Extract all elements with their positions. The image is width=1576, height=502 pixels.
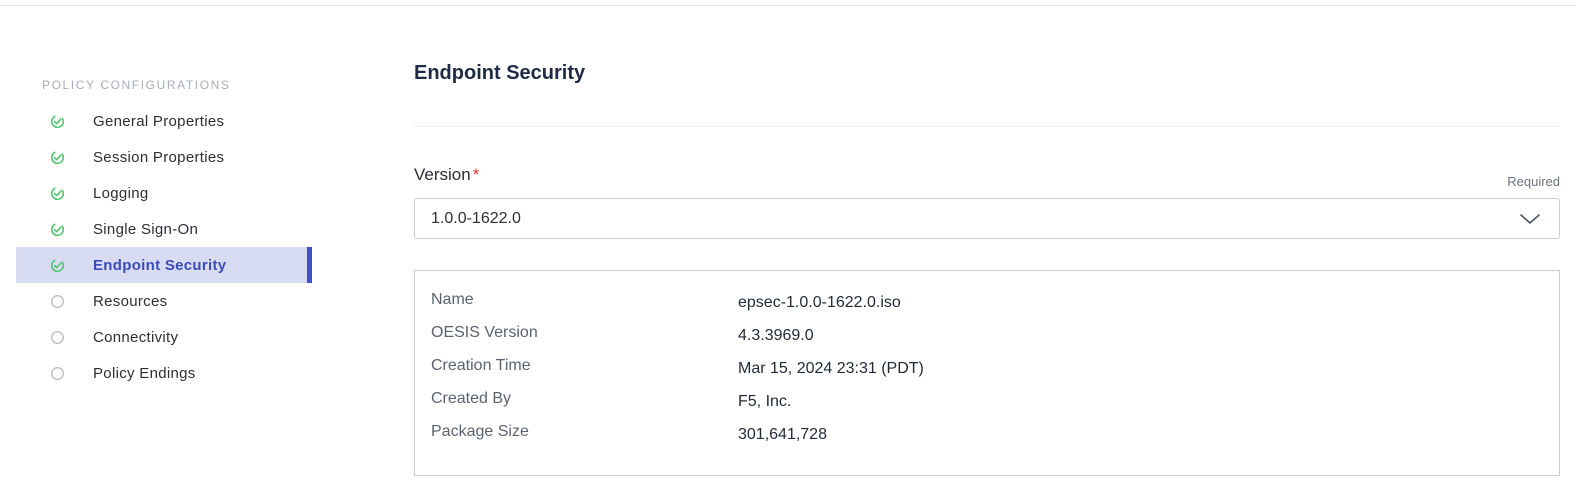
sidebar-item-resources[interactable]: Resources (16, 283, 312, 319)
detail-value: F5, Inc. (738, 393, 792, 410)
version-select-value: 1.0.0-1622.0 (431, 210, 521, 227)
required-hint: Required (1507, 174, 1560, 189)
sidebar-item-label: Endpoint Security (93, 257, 227, 274)
sidebar-item-label: Logging (93, 185, 149, 202)
detail-row-oesis-version: OESIS Version 4.3.3969.0 (415, 324, 1559, 354)
detail-key: Name (431, 291, 474, 308)
sidebar-item-connectivity[interactable]: Connectivity (16, 319, 312, 355)
empty-circle-icon (51, 331, 64, 344)
detail-value: 4.3.3969.0 (738, 327, 814, 344)
detail-key: Package Size (431, 423, 529, 440)
detail-key: Created By (431, 390, 512, 407)
sidebar-heading: POLICY CONFIGURATIONS (42, 78, 231, 92)
sidebar-item-general-properties[interactable]: General Properties (16, 103, 312, 139)
detail-row-creation-time: Creation Time Mar 15, 2024 23:31 (PDT) (415, 357, 1559, 387)
detail-key: Creation Time (431, 357, 531, 374)
sidebar-nav-list: General Properties Session Properties Lo… (16, 103, 312, 391)
endpoint-security-panel: Endpoint Security Version * Required 1.0.… (414, 0, 1560, 502)
page-title: Endpoint Security (414, 62, 586, 84)
sidebar-item-logging[interactable]: Logging (16, 175, 312, 211)
empty-circle-icon (51, 295, 64, 308)
sidebar-item-label: Single Sign-On (93, 221, 199, 238)
sidebar-item-label: Connectivity (93, 329, 179, 346)
check-circle-icon (50, 150, 65, 165)
detail-value: 301,641,728 (738, 426, 827, 443)
sidebar-item-endpoint-security[interactable]: Endpoint Security (16, 247, 312, 283)
page: POLICY CONFIGURATIONS General Properties… (0, 0, 1576, 502)
chevron-down-icon (1520, 214, 1540, 224)
version-label-text: Version (414, 165, 471, 184)
check-circle-icon (50, 114, 65, 129)
title-divider (414, 126, 1560, 127)
sidebar-item-label: Resources (93, 293, 168, 310)
check-circle-icon (50, 222, 65, 237)
sidebar-item-label: Session Properties (93, 149, 225, 166)
sidebar-item-policy-endings[interactable]: Policy Endings (16, 355, 312, 391)
sidebar-item-single-sign-on[interactable]: Single Sign-On (16, 211, 312, 247)
detail-value: Mar 15, 2024 23:31 (PDT) (738, 360, 924, 377)
detail-key: OESIS Version (431, 324, 538, 341)
version-select[interactable]: 1.0.0-1622.0 (414, 198, 1560, 239)
package-details-box: Name epsec-1.0.0-1622.0.iso OESIS Versio… (414, 270, 1560, 476)
sidebar-item-label: Policy Endings (93, 365, 196, 382)
check-circle-icon (50, 186, 65, 201)
sidebar-item-session-properties[interactable]: Session Properties (16, 139, 312, 175)
version-label: Version * (414, 165, 479, 185)
detail-row-package-size: Package Size 301,641,728 (415, 423, 1559, 453)
sidebar-item-label: General Properties (93, 113, 225, 130)
detail-row-name: Name epsec-1.0.0-1622.0.iso (415, 291, 1559, 321)
required-asterisk: * (472, 165, 480, 184)
check-circle-icon (50, 258, 65, 273)
detail-row-created-by: Created By F5, Inc. (415, 390, 1559, 420)
empty-circle-icon (51, 367, 64, 380)
detail-value: epsec-1.0.0-1622.0.iso (738, 294, 901, 311)
